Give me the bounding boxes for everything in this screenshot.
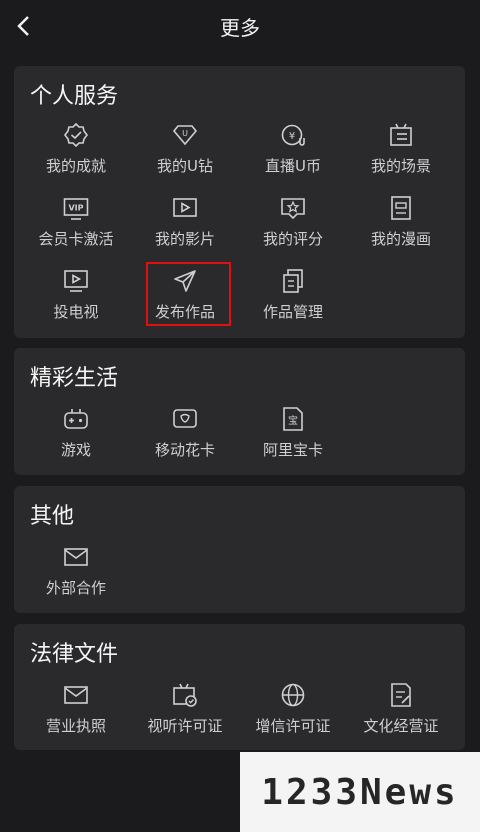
section-title: 个人服务 — [30, 84, 119, 109]
item-my-u-diamond[interactable]: U 我的U钻 — [135, 122, 235, 186]
top-bar: 更多 — [0, 0, 480, 52]
flower-card-icon — [173, 409, 197, 428]
item-label: 直播U币 — [265, 157, 321, 175]
comic-icon — [391, 196, 411, 220]
page-title: 更多 — [220, 16, 260, 40]
svg-text:宝: 宝 — [288, 414, 298, 427]
item-my-scenes[interactable]: 我的场景 — [351, 122, 451, 186]
item-audiovisual-license[interactable]: 视听许可证 — [135, 682, 235, 746]
item-label: 我的场景 — [370, 157, 431, 175]
section-other: 其他 外部合作 — [14, 486, 465, 613]
item-external-cooperation[interactable]: 外部合作 — [26, 544, 126, 608]
item-my-videos[interactable]: 我的影片 — [135, 195, 235, 259]
gamepad-icon — [64, 409, 88, 429]
item-my-comics[interactable]: 我的漫画 — [351, 195, 451, 259]
vip-card-icon: VIP — [63, 198, 89, 220]
diamond-icon: U — [172, 125, 198, 146]
item-live-u-coin[interactable]: ¥ 直播U币 — [243, 122, 343, 186]
svg-text:¥: ¥ — [289, 131, 295, 142]
mail-icon — [64, 548, 88, 566]
section-title: 其他 — [30, 504, 75, 529]
item-label: 视听许可证 — [147, 717, 223, 735]
video-icon — [173, 198, 197, 217]
item-label: 投电视 — [53, 303, 99, 321]
mail-icon — [64, 686, 88, 704]
svg-text:U: U — [182, 129, 188, 138]
item-my-ratings[interactable]: 我的评分 — [243, 195, 343, 259]
tv-cast-icon — [64, 270, 88, 292]
item-my-achievements[interactable]: 我的成就 — [26, 122, 126, 186]
item-label: 文化经营证 — [363, 717, 439, 735]
item-vip-card-activation[interactable]: VIP 会员卡激活 — [26, 195, 126, 259]
document-icon — [391, 683, 411, 707]
item-label: 阿里宝卡 — [262, 441, 323, 459]
scene-icon — [390, 123, 412, 146]
item-works-management[interactable]: 作品管理 — [243, 268, 343, 332]
section-title: 精彩生活 — [30, 366, 119, 391]
coin-icon: ¥ — [281, 124, 305, 146]
badge-check-icon — [64, 122, 88, 148]
section-title: 法律文件 — [30, 642, 119, 667]
item-label: 外部合作 — [45, 579, 106, 597]
item-label: 我的U钻 — [157, 157, 213, 175]
copy-icon — [283, 269, 303, 293]
item-label: 移动花卡 — [154, 441, 215, 459]
item-business-license[interactable]: 营业执照 — [26, 682, 126, 746]
section-legal-documents: 法律文件 营业执照 视听许可证 增信许可证 文化经营证 — [14, 624, 465, 750]
item-mobile-flower-card[interactable]: 移动花卡 — [135, 406, 235, 470]
item-label: 作品管理 — [262, 303, 323, 321]
bao-card-icon: 宝 — [283, 407, 303, 431]
section-personal-services: 个人服务 我的成就 U 我的U钻 ¥ 直播U币 我的场景 VIP 会员卡激活 我… — [14, 66, 465, 338]
highlight-box — [146, 262, 231, 326]
section-life: 精彩生活 游戏 移动花卡 宝 阿里宝卡 — [14, 348, 465, 475]
item-label: 我的评分 — [262, 230, 323, 248]
item-culture-license[interactable]: 文化经营证 — [351, 682, 451, 746]
globe-icon — [281, 683, 305, 707]
item-label: 游戏 — [60, 441, 91, 459]
rating-icon — [281, 198, 305, 220]
item-games[interactable]: 游戏 — [26, 406, 126, 470]
tv-license-icon — [173, 683, 197, 707]
item-label: 我的影片 — [154, 230, 215, 248]
item-telecom-license[interactable]: 增信许可证 — [243, 682, 343, 746]
watermark-logo: 1233News — [240, 752, 480, 832]
item-label: 增信许可证 — [255, 717, 331, 735]
svg-text:VIP: VIP — [68, 204, 83, 213]
item-ali-bao-card[interactable]: 宝 阿里宝卡 — [243, 406, 343, 470]
item-label: 会员卡激活 — [38, 230, 114, 248]
item-label: 我的漫画 — [370, 230, 431, 248]
item-label: 营业执照 — [45, 717, 106, 735]
item-cast-to-tv[interactable]: 投电视 — [26, 268, 126, 332]
watermark-text: 1233News — [261, 771, 459, 813]
item-label: 我的成就 — [45, 157, 106, 175]
